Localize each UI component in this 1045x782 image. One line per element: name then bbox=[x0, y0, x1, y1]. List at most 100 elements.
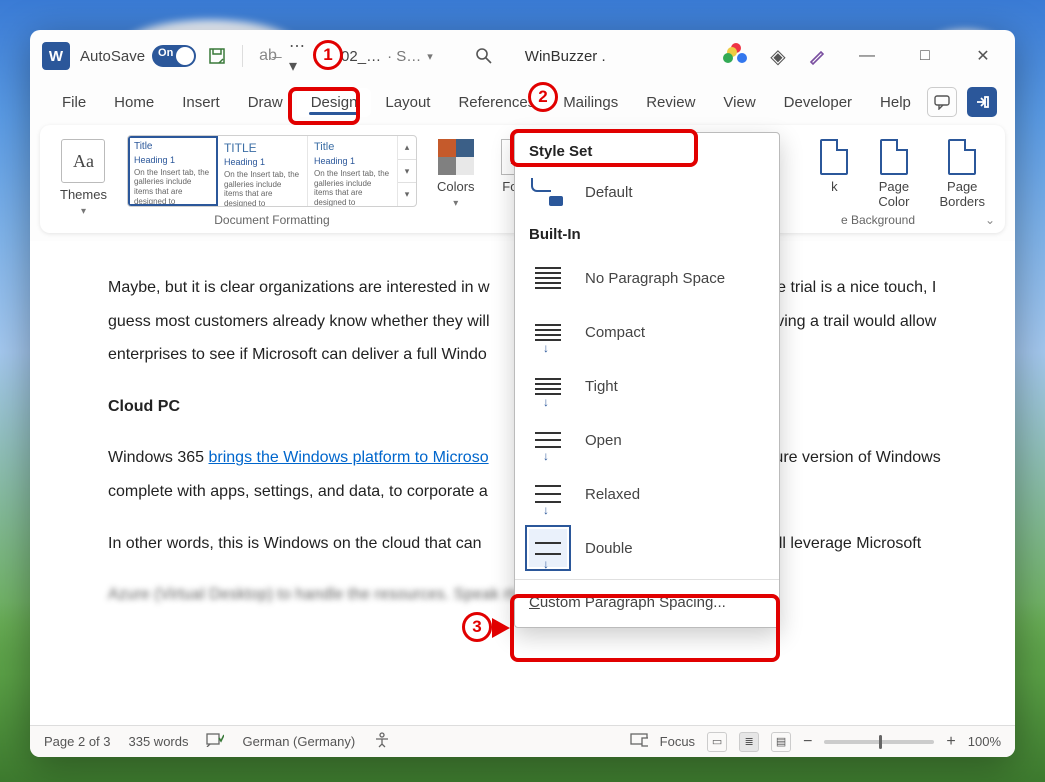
document-formatting-caption: Document Formatting bbox=[214, 213, 329, 227]
spacing-no-paragraph-space[interactable]: No Paragraph Space bbox=[515, 251, 779, 305]
style2-title: TITLE bbox=[224, 141, 301, 155]
maximize-button[interactable]: □ bbox=[905, 36, 945, 76]
style-set-item-3[interactable]: Title Heading 1 On the Insert tab, the g… bbox=[308, 136, 398, 206]
dropdown-section-builtin: Built-In bbox=[515, 216, 779, 251]
filename[interactable]: 02_… · S… ▾ bbox=[341, 48, 433, 65]
comments-button[interactable] bbox=[927, 87, 957, 117]
p1-run-a: Maybe, but it is clear organizations are… bbox=[108, 279, 490, 296]
account-avatar-icon[interactable] bbox=[723, 43, 749, 69]
style1-h1: Heading 1 bbox=[134, 155, 211, 166]
hyperlink-windows-platform[interactable]: brings the Windows platform to Microso bbox=[209, 449, 489, 466]
tab-draw[interactable]: Draw bbox=[234, 88, 297, 117]
display-settings-icon[interactable] bbox=[630, 733, 648, 750]
chevron-down-icon: ▾ bbox=[427, 50, 433, 63]
spacing-custom[interactable]: Custom Paragraph Spacing... bbox=[515, 584, 779, 621]
search-icon[interactable] bbox=[473, 45, 495, 67]
filename-text: 02_… bbox=[341, 48, 381, 65]
spacing-default[interactable]: Default bbox=[515, 168, 779, 216]
page-background-caption-tail: e Background bbox=[841, 213, 915, 227]
spacing-icon-compact bbox=[529, 313, 567, 351]
page-borders-button[interactable]: Page Borders bbox=[933, 135, 991, 213]
tab-references[interactable]: References bbox=[444, 88, 549, 117]
style3-h1: Heading 1 bbox=[314, 156, 391, 167]
spacing-icon-none bbox=[529, 259, 567, 297]
minimize-button[interactable]: — bbox=[847, 36, 887, 76]
style2-body: On the Insert tab, the galleries include… bbox=[224, 170, 301, 206]
web-layout-icon[interactable]: ▤ bbox=[771, 732, 791, 752]
gallery-expand-icon[interactable]: ▾ bbox=[398, 183, 416, 206]
spacing-double-label: Double bbox=[585, 540, 633, 557]
diamond-icon[interactable]: ◈ bbox=[767, 45, 789, 67]
saved-hint: · S… bbox=[387, 48, 421, 65]
document-formatting-group: Title Heading 1 On the Insert tab, the g… bbox=[127, 135, 417, 227]
read-mode-icon[interactable]: ▭ bbox=[707, 732, 727, 752]
page-color-button[interactable]: Page Color bbox=[872, 135, 915, 213]
tab-mailings[interactable]: Mailings bbox=[549, 88, 632, 117]
colors-label: Colors bbox=[437, 179, 475, 194]
spacing-relaxed-label: Relaxed bbox=[585, 486, 640, 503]
spacing-icon-open bbox=[529, 421, 567, 459]
close-button[interactable]: ✕ bbox=[963, 36, 1003, 76]
style3-body: On the Insert tab, the galleries include… bbox=[314, 169, 391, 206]
style-set-item-2[interactable]: TITLE Heading 1 On the Insert tab, the g… bbox=[218, 136, 308, 206]
scroll-down-icon[interactable]: ▾ bbox=[398, 160, 416, 184]
tab-help[interactable]: Help bbox=[866, 88, 925, 117]
style2-h1: Heading 1 bbox=[224, 157, 301, 168]
watermark-button-partial[interactable]: k bbox=[814, 135, 854, 213]
status-bar: Page 2 of 3 335 words German (Germany) F… bbox=[30, 725, 1015, 757]
tab-file[interactable]: File bbox=[48, 88, 100, 117]
themes-button[interactable]: Aa Themes ▾ bbox=[54, 135, 113, 221]
status-language[interactable]: German (Germany) bbox=[242, 734, 355, 749]
scroll-up-icon[interactable]: ▴ bbox=[398, 136, 416, 160]
autosave-toggle-text: On bbox=[158, 47, 173, 59]
undo-dropdown-icon[interactable]: ⋯▾ bbox=[289, 45, 311, 67]
ribbon-tabs: File Home Insert Draw Design Layout Refe… bbox=[30, 82, 1015, 122]
tab-developer[interactable]: Developer bbox=[770, 88, 866, 117]
tab-view[interactable]: View bbox=[709, 88, 769, 117]
titlebar: W AutoSave On ab̶ ⋯▾ 02_… · S… ▾ WinBuzz… bbox=[30, 30, 1015, 82]
style1-body: On the Insert tab, the galleries include… bbox=[134, 168, 211, 206]
zoom-level[interactable]: 100% bbox=[968, 734, 1001, 749]
style-set-item-1[interactable]: Title Heading 1 On the Insert tab, the g… bbox=[128, 136, 218, 206]
focus-label[interactable]: Focus bbox=[660, 734, 695, 749]
spellcheck-icon[interactable] bbox=[206, 733, 224, 750]
colors-button[interactable]: Colors ▾ bbox=[431, 135, 481, 213]
custom-rest: ustom Paragraph Spacing... bbox=[540, 594, 726, 611]
spacing-relaxed[interactable]: Relaxed bbox=[515, 467, 779, 521]
spacing-tight-label: Tight bbox=[585, 378, 618, 395]
spacing-tight[interactable]: Tight bbox=[515, 359, 779, 413]
tab-layout[interactable]: Layout bbox=[371, 88, 444, 117]
status-words[interactable]: 335 words bbox=[129, 734, 189, 749]
tab-insert[interactable]: Insert bbox=[168, 88, 234, 117]
spacing-open[interactable]: Open bbox=[515, 413, 779, 467]
ribbon-collapse-icon[interactable]: ⌄ bbox=[985, 213, 995, 227]
dropdown-section-styleset: Style Set bbox=[515, 133, 779, 168]
zoom-slider[interactable] bbox=[824, 740, 934, 744]
spacing-compact[interactable]: Compact bbox=[515, 305, 779, 359]
spacing-double[interactable]: Double bbox=[515, 521, 779, 575]
strikethrough-icon[interactable]: ab̶ bbox=[257, 45, 279, 67]
autosave-label: AutoSave bbox=[80, 48, 145, 65]
style-set-gallery[interactable]: Title Heading 1 On the Insert tab, the g… bbox=[127, 135, 417, 207]
tab-design[interactable]: Design bbox=[297, 88, 372, 117]
chevron-down-icon: ▾ bbox=[81, 206, 86, 217]
page-borders-icon bbox=[948, 139, 976, 175]
gallery-scroll[interactable]: ▴ ▾ ▾ bbox=[398, 136, 416, 206]
spacing-default-label: Default bbox=[585, 184, 633, 201]
save-icon[interactable] bbox=[206, 45, 228, 67]
autosave-control[interactable]: AutoSave On bbox=[80, 45, 196, 67]
zoom-out-button[interactable]: − bbox=[803, 733, 812, 751]
status-page[interactable]: Page 2 of 3 bbox=[44, 734, 111, 749]
tab-home[interactable]: Home bbox=[100, 88, 168, 117]
colors-icon bbox=[438, 139, 474, 175]
accessibility-icon[interactable] bbox=[373, 732, 391, 751]
print-layout-icon[interactable]: ≣ bbox=[739, 732, 759, 752]
share-button[interactable] bbox=[967, 87, 997, 117]
tab-review[interactable]: Review bbox=[632, 88, 709, 117]
spacing-icon-double bbox=[529, 529, 567, 567]
themes-icon: Aa bbox=[61, 139, 105, 183]
zoom-in-button[interactable]: + bbox=[946, 733, 955, 751]
pen-icon[interactable] bbox=[807, 45, 829, 67]
autosave-toggle[interactable]: On bbox=[152, 45, 196, 67]
themes-label: Themes bbox=[60, 187, 107, 202]
